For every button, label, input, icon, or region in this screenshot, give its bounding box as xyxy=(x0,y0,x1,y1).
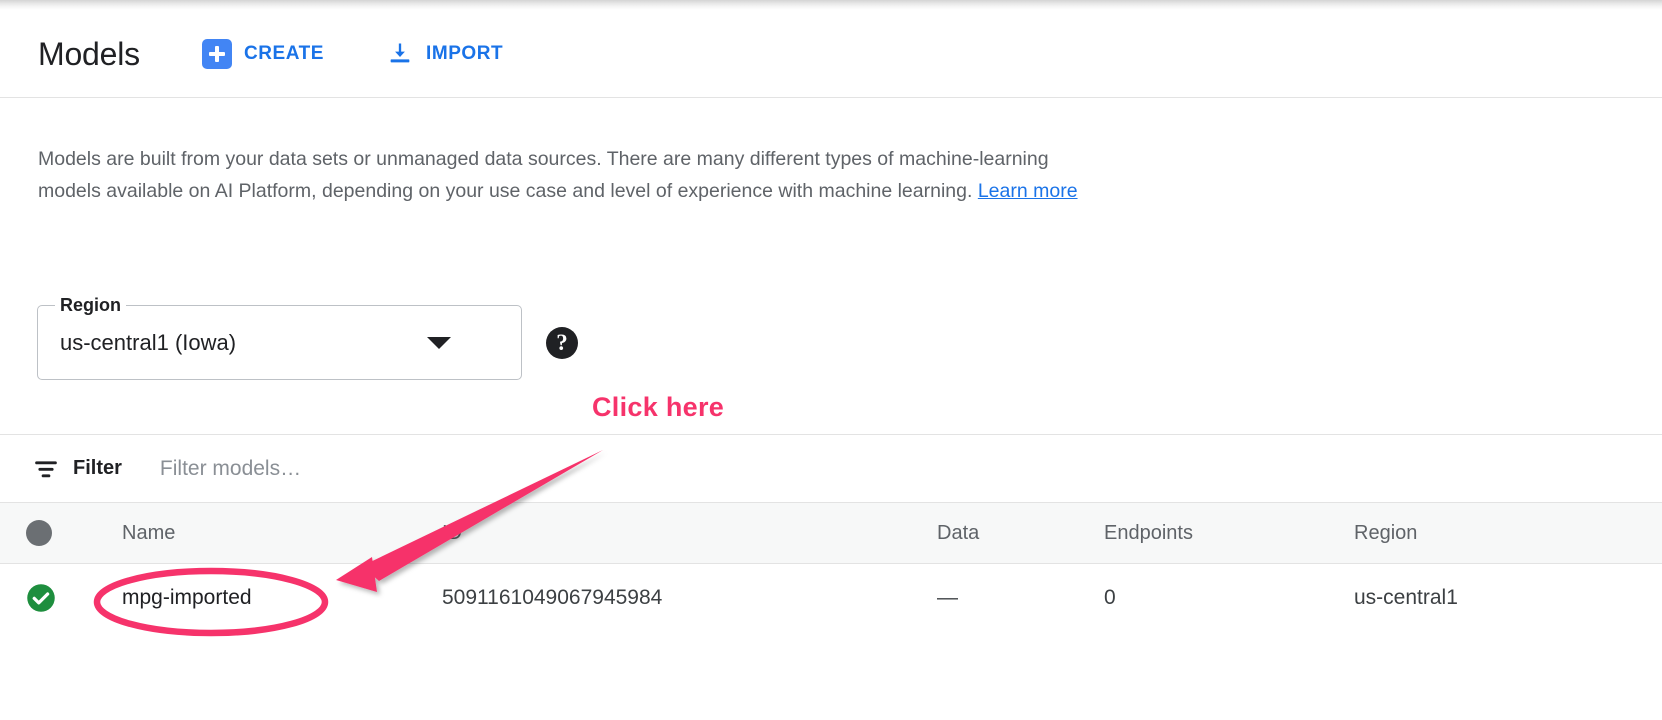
chevron-down-icon[interactable] xyxy=(427,337,451,349)
download-import-icon xyxy=(386,39,414,69)
region-value: us-central1 (Iowa) xyxy=(60,330,236,356)
create-button[interactable]: CREATE xyxy=(192,33,334,75)
page-header: Models CREATE IMPORT xyxy=(0,10,1662,98)
page-title: Models xyxy=(38,38,140,70)
cell-model-id: 5091161049067945984 xyxy=(442,586,937,610)
filter-bar: Filter xyxy=(0,434,1662,502)
models-page: Models CREATE IMPORT Models are built fr… xyxy=(0,0,1662,720)
column-header-name[interactable]: Name xyxy=(112,522,442,545)
help-question-icon[interactable]: ? xyxy=(546,327,578,359)
plus-box-icon xyxy=(202,39,232,69)
models-table: Name ID Data Endpoints Region mpg-import… xyxy=(0,502,1662,632)
header-actions: CREATE IMPORT xyxy=(192,33,513,75)
table-row[interactable]: mpg-imported 5091161049067945984 — 0 us-… xyxy=(0,564,1662,632)
column-header-data[interactable]: Data xyxy=(937,522,1104,545)
column-header-endpoints[interactable]: Endpoints xyxy=(1104,522,1354,545)
table-header-row: Name ID Data Endpoints Region xyxy=(0,502,1662,564)
select-all-cell xyxy=(0,520,112,546)
row-status-cell xyxy=(0,583,112,613)
green-check-circle-icon[interactable] xyxy=(26,583,56,613)
import-button-label: IMPORT xyxy=(426,43,503,65)
filled-circle-icon[interactable] xyxy=(26,520,52,546)
import-button[interactable]: IMPORT xyxy=(376,33,513,75)
column-header-region[interactable]: Region xyxy=(1354,522,1634,545)
page-description-text: Models are built from your data sets or … xyxy=(38,148,1049,202)
region-select[interactable]: Region us-central1 (Iowa) xyxy=(37,305,522,380)
region-selector: Region us-central1 (Iowa) ? xyxy=(37,305,578,380)
cell-endpoints: 0 xyxy=(1104,586,1354,610)
annotation-callout-text: Click here xyxy=(592,392,724,423)
region-label: Region xyxy=(55,295,126,315)
column-header-id[interactable]: ID xyxy=(442,522,937,545)
page-description: Models are built from your data sets or … xyxy=(38,143,1098,207)
window-top-shadow xyxy=(0,0,1662,10)
filter-list-icon[interactable] xyxy=(0,456,59,482)
cell-data: — xyxy=(937,586,1104,610)
cell-model-name[interactable]: mpg-imported xyxy=(112,586,442,610)
filter-input[interactable] xyxy=(158,456,658,482)
create-button-label: CREATE xyxy=(244,43,324,65)
filter-label: Filter xyxy=(73,457,122,480)
cell-region: us-central1 xyxy=(1354,586,1634,610)
learn-more-link[interactable]: Learn more xyxy=(978,180,1078,202)
